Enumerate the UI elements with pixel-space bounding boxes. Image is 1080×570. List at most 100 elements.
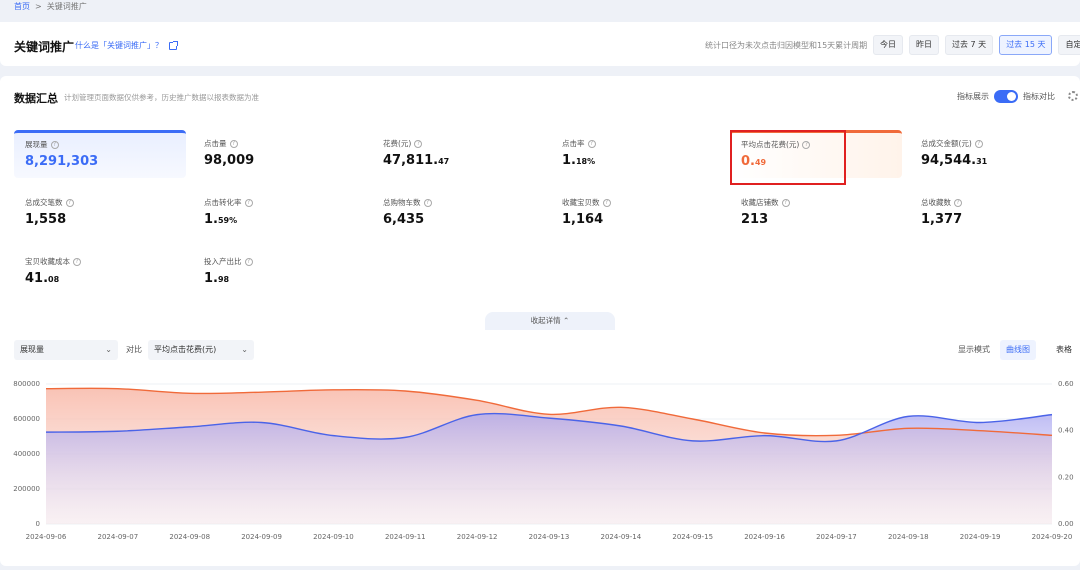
metric-value: 1.59%	[204, 212, 365, 227]
metric-label-row: 收藏店铺数?	[741, 197, 902, 208]
help-icon[interactable]: ?	[244, 198, 253, 207]
metric-value: 8,291,303	[25, 154, 186, 169]
metric-label: 总购物车数	[383, 198, 421, 207]
help-icon[interactable]: ?	[244, 257, 253, 266]
metric-value-dec: 47	[438, 157, 450, 166]
left-axis-tick: 400000	[13, 450, 40, 458]
x-axis-tick: 2024-09-19	[960, 533, 1001, 541]
range-yesterday-button[interactable]: 昨日	[909, 35, 939, 55]
metric-card[interactable]: 总购物车数? 6,435	[372, 189, 544, 237]
metric-card[interactable]: 点击率? 1.18%	[551, 130, 723, 178]
metric-value: 41.08	[25, 271, 186, 286]
help-icon[interactable]: ?	[954, 198, 962, 207]
metric-label-row: 收藏宝贝数?	[562, 197, 723, 208]
x-axis-tick: 2024-09-13	[529, 533, 570, 541]
page-title: 关键词推广	[14, 40, 75, 54]
breadcrumb-home[interactable]: 首页	[14, 1, 30, 12]
metric-card[interactable]: 花费(元)? 47,811.47	[372, 130, 544, 178]
metric-card[interactable]: 展现量? 8,291,303	[14, 130, 186, 178]
metric-value-dec: 98	[217, 275, 230, 284]
metric-card[interactable]: 总成交金额(元)? 94,544.31	[910, 130, 1080, 178]
metric-value-int: 98,009	[204, 153, 255, 168]
left-axis-tick: 0	[36, 520, 40, 528]
secondary-metric-select[interactable]: 平均点击花费(元) ⌄	[148, 340, 254, 360]
range-7d-button[interactable]: 过去 7 天	[945, 35, 994, 55]
metric-label-row: 点击转化率?	[204, 197, 365, 208]
metric-value-int: 41.	[25, 271, 49, 286]
mode-curve-button[interactable]: 曲线图	[1000, 340, 1036, 360]
metric-label: 收藏宝贝数	[562, 198, 600, 207]
collapse-details-button[interactable]: 收起详情 ⌃	[485, 312, 615, 330]
mode-table-button[interactable]: 表格	[1050, 340, 1078, 360]
metric-card[interactable]: 投入产出比? 1.98	[193, 248, 365, 296]
compare-label: 指标对比	[1023, 92, 1055, 101]
metric-label: 展现量	[25, 140, 48, 149]
x-axis-tick: 2024-09-15	[672, 533, 713, 541]
metric-label-row: 投入产出比?	[204, 256, 365, 267]
summary-subtitle: 计划管理页面数据仅供参考，历史推广数据以报表数据为准	[64, 93, 259, 102]
x-axis-tick: 2024-09-17	[816, 533, 857, 541]
metric-value-int: 1.	[204, 212, 218, 227]
metric-value-int: 1,558	[25, 212, 67, 227]
x-axis-tick: 2024-09-11	[385, 533, 426, 541]
metric-value: 94,544.31	[921, 153, 1080, 168]
x-axis-tick: 2024-09-18	[888, 533, 929, 541]
help-icon[interactable]: ?	[229, 139, 238, 148]
primary-metric-select[interactable]: 展现量 ⌄	[14, 340, 118, 360]
breadcrumb-current: 关键词推广	[46, 1, 87, 11]
range-today-button[interactable]: 今日	[873, 35, 903, 55]
breadcrumb-separator: >	[35, 1, 42, 11]
help-icon[interactable]: ?	[423, 198, 432, 207]
compare-toggle[interactable]	[994, 90, 1018, 103]
help-icon[interactable]: ?	[65, 198, 74, 207]
x-axis-tick: 2024-09-09	[241, 533, 282, 541]
metric-label-row: 总成交笔数?	[25, 197, 186, 208]
metric-card[interactable]: 收藏店铺数? 213	[730, 189, 902, 237]
metric-label: 收藏店铺数	[741, 198, 779, 207]
range-15d-button[interactable]: 过去 15 天	[999, 35, 1053, 55]
help-icon[interactable]: ?	[974, 139, 983, 148]
highlight-box	[730, 130, 846, 185]
chevron-down-icon: ⌄	[241, 345, 248, 354]
left-axis-tick: 800000	[13, 380, 40, 388]
metric-card[interactable]: 点击量? 98,009	[193, 130, 365, 178]
metric-value: 98,009	[204, 153, 365, 168]
x-axis-tick: 2024-09-08	[169, 533, 210, 541]
metric-value: 1.98	[204, 271, 365, 286]
external-link-icon[interactable]	[169, 40, 178, 50]
metric-card[interactable]: 点击转化率? 1.59%	[193, 189, 365, 237]
help-icon[interactable]: ?	[50, 140, 59, 149]
right-axis-tick: 0.60	[1058, 380, 1074, 388]
help-icon[interactable]: ?	[73, 257, 81, 266]
left-axis-tick: 200000	[13, 485, 40, 493]
help-link-text[interactable]: 什么是「关键词推广」？	[75, 40, 163, 51]
metric-label: 投入产出比	[204, 257, 242, 266]
gear-icon[interactable]	[1068, 91, 1078, 101]
left-axis-tick: 600000	[13, 415, 40, 423]
help-icon[interactable]: ?	[414, 139, 423, 148]
range-custom-button[interactable]: 自定义	[1058, 35, 1080, 55]
metric-card[interactable]: 总收藏数? 1,377	[910, 189, 1080, 237]
metric-label-row: 展现量?	[25, 139, 186, 150]
trend-chart[interactable]: 0 200000 400000 600000 800000 0.00 0.20 0.40 0.6…	[0, 376, 1080, 546]
metric-value-int: 6,435	[383, 212, 425, 227]
x-axis-tick: 2024-09-12	[457, 533, 498, 541]
metric-label: 点击率	[562, 139, 585, 148]
metric-label: 花费(元)	[383, 139, 412, 148]
x-axis-tick: 2024-09-07	[98, 533, 139, 541]
right-axis-tick: 0.20	[1058, 473, 1074, 481]
metric-card[interactable]: 总成交笔数? 1,558	[14, 189, 186, 237]
help-icon[interactable]: ?	[602, 198, 611, 207]
metric-label: 点击量	[204, 139, 227, 148]
help-icon[interactable]: ?	[781, 198, 790, 207]
metric-card[interactable]: 收藏宝贝数? 1,164	[551, 189, 723, 237]
help-link[interactable]: 什么是「关键词推广」？	[75, 40, 178, 51]
metric-card[interactable]: 宝贝收藏成本? 41.08	[14, 248, 186, 296]
metric-label-row: 总成交金额(元)?	[921, 138, 1080, 149]
secondary-metric-value: 平均点击花费(元)	[154, 345, 217, 354]
metric-value: 6,435	[383, 212, 544, 227]
right-axis-tick: 0.40	[1058, 427, 1074, 435]
help-icon[interactable]: ?	[587, 139, 596, 148]
metric-value-int: 213	[741, 212, 769, 227]
metric-value-int: 47,811.	[383, 153, 439, 168]
